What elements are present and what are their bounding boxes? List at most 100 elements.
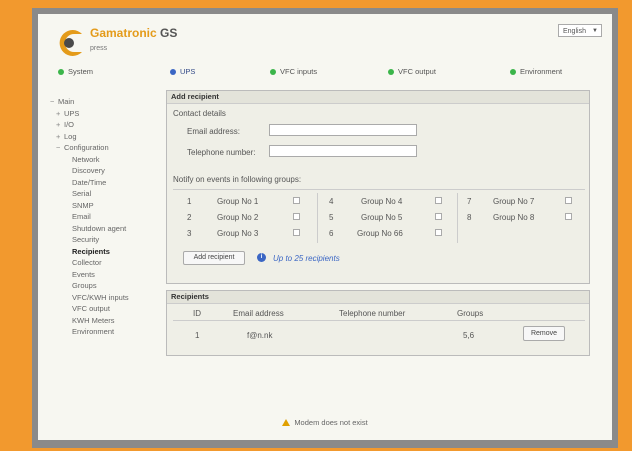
group-name: Group No 3 [217, 229, 259, 238]
group-name: Group No 1 [217, 197, 259, 206]
gamatronic-logo-icon [59, 30, 82, 57]
sidebar-item-groups[interactable]: Groups [46, 280, 166, 292]
group-number: 1 [187, 197, 192, 206]
panel-title: Recipients [167, 291, 589, 304]
column-header-groups: Groups [457, 309, 484, 318]
group-1-checkbox[interactable] [293, 197, 300, 204]
column-divider [317, 193, 318, 243]
status-dot-icon [510, 69, 516, 75]
recipient-limit-note: Up to 25 recipients [273, 254, 340, 263]
group-number: 3 [187, 229, 192, 238]
group-number: 2 [187, 213, 192, 222]
page: Gamatronic GS press English ▼ System UPS… [38, 14, 612, 440]
expand-icon[interactable]: + [56, 119, 64, 131]
sidebar-item-events[interactable]: Events [46, 269, 166, 281]
group-number: 5 [329, 213, 334, 222]
status-bar: Modem does not exist [38, 414, 612, 432]
expand-icon[interactable]: + [56, 131, 64, 143]
sidebar-item-discovery[interactable]: Discovery [46, 165, 166, 177]
group-name: Group No 2 [217, 213, 259, 222]
group-3-checkbox[interactable] [293, 229, 300, 236]
group-8-checkbox[interactable] [565, 213, 572, 220]
sidebar-item-label: Main [58, 97, 75, 106]
panel-title: Add recipient [167, 91, 589, 104]
group-5-checkbox[interactable] [435, 213, 442, 220]
group-2-checkbox[interactable] [293, 213, 300, 220]
group-4-checkbox[interactable] [435, 197, 442, 204]
sidebar-item-vfc-kwh-inputs[interactable]: VFC/KWH inputs [46, 292, 166, 304]
top-tabs: System UPS VFC inputs VFC output Environ… [58, 67, 598, 81]
sidebar-item-security[interactable]: Security [46, 234, 166, 246]
language-select[interactable]: English ▼ [558, 24, 602, 37]
sidebar-item-snmp[interactable]: SNMP [46, 200, 166, 212]
sidebar-item-shutdown-agent[interactable]: Shutdown agent [46, 223, 166, 235]
divider [173, 320, 585, 321]
sidebar-item-date-time[interactable]: Date/Time [46, 177, 166, 189]
sidebar-item-label: I/O [64, 120, 75, 129]
language-value: English [563, 28, 586, 35]
sidebar-tree: − Main + UPS + I/O + Log − Configuration Netw… [46, 96, 166, 338]
sidebar-item-collector[interactable]: Collector [46, 257, 166, 269]
column-header-telephone: Telephone number [339, 309, 406, 318]
status-dot-icon [58, 69, 64, 75]
sidebar-item-label: UPS [64, 108, 80, 118]
status-dot-icon [388, 69, 394, 75]
sidebar-item-network[interactable]: Network [46, 154, 166, 166]
sidebar-item-email[interactable]: Email [46, 211, 166, 223]
brand-suffix: GS [160, 26, 178, 40]
sidebar-item-serial[interactable]: Serial [46, 188, 166, 200]
column-header-email: Email address [233, 309, 284, 318]
recipient-groups: 5,6 [463, 331, 475, 340]
notify-label: Notify on events in following groups: [173, 175, 302, 184]
group-name: Group No 8 [493, 213, 535, 222]
brand-subtitle: press [90, 45, 108, 52]
group-name: Group No 7 [493, 197, 535, 206]
sidebar-item-recipients[interactable]: Recipients [46, 246, 166, 258]
recipients-panel: Recipients ID Email address Telephone nu… [166, 290, 590, 356]
group-number: 6 [329, 229, 334, 238]
sidebar-item-main[interactable]: − Main [46, 96, 166, 108]
email-label: Email address: [187, 127, 240, 136]
info-icon: i [257, 253, 266, 262]
status-dot-icon [270, 69, 276, 75]
column-header-id: ID [193, 309, 201, 318]
sidebar-item-log[interactable]: + Log [46, 131, 166, 143]
add-recipient-button[interactable]: Add recipient [183, 251, 245, 265]
tab-system[interactable]: System [58, 67, 93, 76]
group-7-checkbox[interactable] [565, 197, 572, 204]
brand-title: Gamatronic GS [90, 26, 177, 40]
telephone-field[interactable] [269, 145, 417, 157]
remove-button[interactable]: Remove [523, 326, 565, 341]
telephone-label: Telephone number: [187, 148, 256, 157]
sidebar-item-label: Configuration [64, 143, 109, 152]
tab-vfc-inputs[interactable]: VFC inputs [270, 67, 317, 76]
tab-vfc-output[interactable]: VFC output [388, 67, 436, 76]
tab-label: Environment [520, 67, 563, 76]
group-number: 7 [467, 197, 472, 206]
group-name: Group No 66 [357, 229, 403, 238]
sidebar-item-kwh-meters[interactable]: KWH Meters [46, 315, 166, 327]
group-name: Group No 5 [361, 213, 403, 222]
sidebar-item-ups[interactable]: + UPS [46, 108, 166, 120]
expand-icon[interactable]: + [56, 108, 64, 120]
collapse-icon[interactable]: − [50, 96, 58, 108]
sidebar-item-io[interactable]: + I/O [46, 119, 166, 131]
collapse-icon[interactable]: − [56, 142, 64, 154]
warning-icon [282, 419, 291, 426]
group-number: 8 [467, 213, 472, 222]
tab-ups[interactable]: UPS [170, 67, 195, 76]
tab-label: UPS [180, 67, 196, 76]
sidebar-item-environment[interactable]: Environment [46, 326, 166, 338]
tab-label: System [68, 67, 94, 76]
sidebar-item-vfc-output[interactable]: VFC output [46, 303, 166, 315]
group-name: Group No 4 [361, 197, 403, 206]
tab-label: VFC output [398, 67, 436, 76]
sidebar-item-configuration[interactable]: − Configuration [46, 142, 166, 154]
sidebar-item-label: Log [64, 131, 77, 141]
recipient-id: 1 [195, 331, 200, 340]
email-field[interactable] [269, 124, 417, 136]
group-number: 4 [329, 197, 334, 206]
tab-label: VFC inputs [280, 67, 318, 76]
tab-environment[interactable]: Environment [510, 67, 562, 76]
group-6-checkbox[interactable] [435, 229, 442, 236]
